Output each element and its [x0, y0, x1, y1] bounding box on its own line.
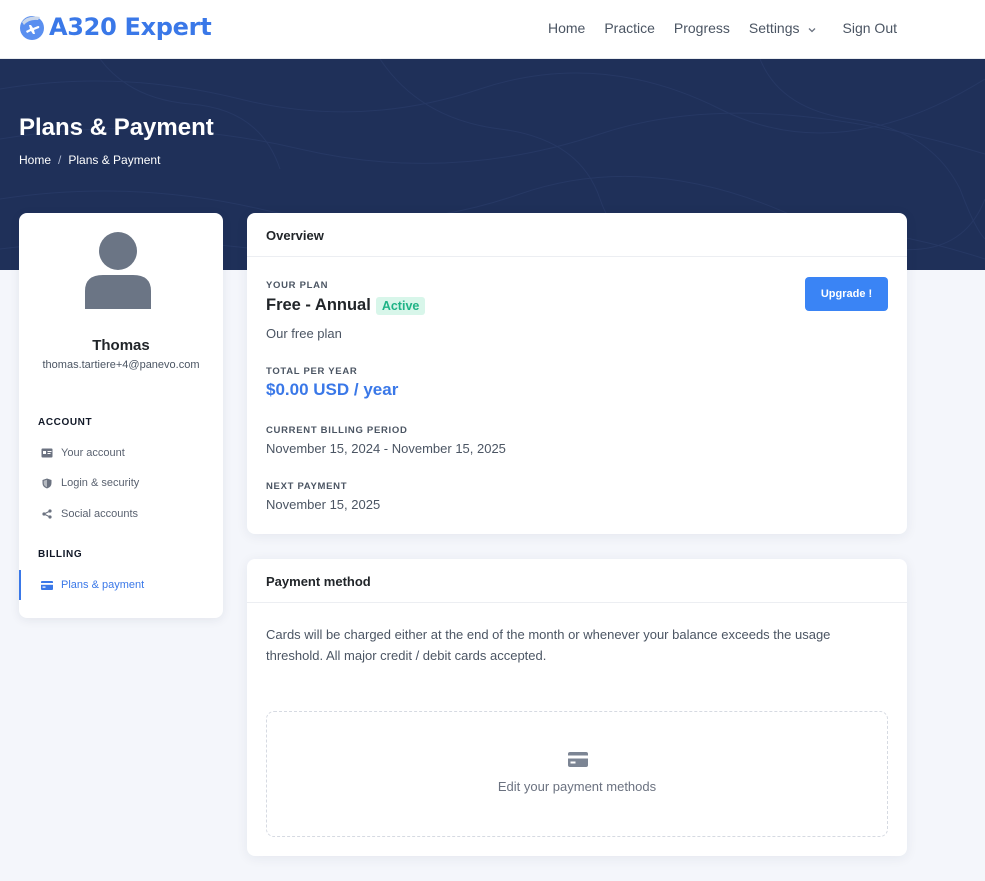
- nav-settings-label: Settings: [748, 20, 800, 36]
- shield-icon: [40, 476, 54, 490]
- nav-progress[interactable]: Progress: [674, 20, 730, 36]
- nav-home[interactable]: Home: [548, 20, 585, 36]
- sidebar-item-social-accounts[interactable]: Social accounts: [19, 499, 223, 529]
- payment-description: Cards will be charged either at the end …: [266, 627, 831, 663]
- sidebar-item-label: Login & security: [61, 477, 140, 489]
- total-value: $0.00 USD / year: [266, 380, 399, 399]
- brand[interactable]: A320 Expert: [18, 13, 212, 41]
- main-nav: Home Practice Progress Settings Sign Out: [548, 20, 897, 36]
- chevron-down-icon: [808, 20, 816, 36]
- plan-name-row: Free - Annual Active: [266, 296, 426, 315]
- edit-payment-methods-button[interactable]: Edit your payment methods: [266, 711, 888, 837]
- breadcrumb-separator: /: [58, 153, 62, 167]
- id-card-icon: [40, 446, 54, 460]
- status-badge: Active: [375, 296, 426, 315]
- sidebar-item-label: Social accounts: [61, 508, 139, 520]
- edit-payment-label: Edit your payment methods: [497, 779, 657, 794]
- user-email: thomas.tartiere+4@panevo.com: [42, 359, 200, 371]
- top-navbar: A320 Expert Home Practice Progress Setti…: [0, 0, 985, 59]
- plane-logo-icon: [18, 13, 46, 41]
- card-title: Overview: [247, 213, 907, 257]
- upgrade-button[interactable]: Upgrade !: [805, 277, 888, 311]
- credit-card-icon: [568, 752, 588, 772]
- section-billing: BILLING: [38, 549, 83, 560]
- total-label: TOTAL PER YEAR: [266, 366, 358, 377]
- nav-sign-out[interactable]: Sign Out: [843, 20, 897, 36]
- billing-period-value: November 15, 2024 - November 15, 2025: [266, 441, 506, 456]
- overview-card: Overview YOUR PLAN Free - Annual Active …: [247, 213, 907, 534]
- next-payment-value: November 15, 2025: [266, 497, 381, 512]
- sidebar-item-plans-payment[interactable]: Plans & payment: [19, 570, 223, 600]
- sidebar-item-label: Plans & payment: [61, 579, 145, 591]
- payment-method-card: Payment method Cards will be charged eit…: [247, 559, 907, 856]
- your-plan-label: YOUR PLAN: [266, 280, 329, 291]
- plan-name: Free - Annual: [266, 296, 371, 314]
- sidebar-item-your-account[interactable]: Your account: [19, 438, 223, 468]
- avatar-icon: [83, 231, 153, 309]
- plan-description: Our free plan: [266, 326, 342, 341]
- nav-settings-dropdown[interactable]: Settings: [749, 20, 816, 36]
- profile-sidebar: Thomas thomas.tartiere+4@panevo.com ACCO…: [19, 213, 223, 618]
- share-icon: [40, 507, 54, 521]
- breadcrumb-home[interactable]: Home: [19, 153, 51, 167]
- breadcrumb-current: Plans & Payment: [68, 153, 161, 167]
- sidebar-item-label: Your account: [61, 447, 125, 459]
- brand-name: A320 Expert: [49, 13, 212, 41]
- user-name: Thomas: [92, 337, 150, 354]
- next-payment-label: NEXT PAYMENT: [266, 481, 348, 492]
- credit-card-icon: [40, 578, 54, 592]
- sidebar-item-login-security[interactable]: Login & security: [19, 468, 223, 498]
- card-title: Payment method: [247, 559, 907, 603]
- billing-period-label: CURRENT BILLING PERIOD: [266, 425, 408, 436]
- section-account: ACCOUNT: [38, 417, 93, 428]
- page-title: Plans & Payment: [19, 114, 214, 141]
- breadcrumb: Home / Plans & Payment: [19, 153, 160, 167]
- nav-practice[interactable]: Practice: [604, 20, 655, 36]
